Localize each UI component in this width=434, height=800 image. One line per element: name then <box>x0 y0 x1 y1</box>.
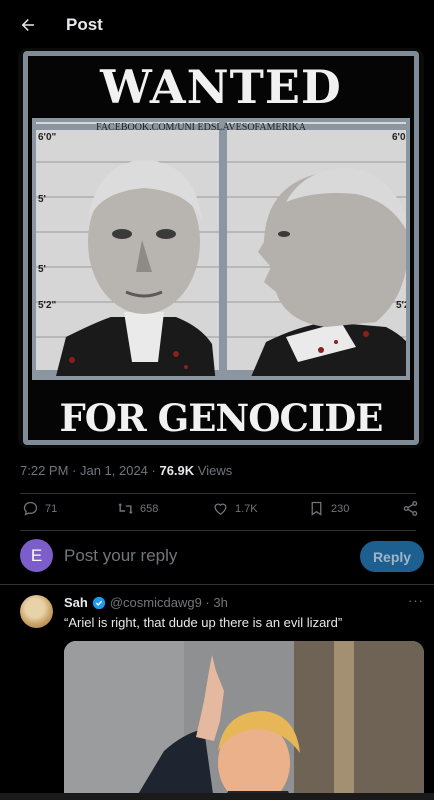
height-mark: 6'0 <box>392 132 406 143</box>
avatar[interactable] <box>20 595 53 628</box>
like-action[interactable]: 1.7K <box>212 500 258 517</box>
poster-watermark: FACEBOOK.COM/UNI EDSLAVESOFAMERIKA <box>96 122 307 133</box>
height-mark: 5'2 <box>396 300 410 311</box>
repost-icon <box>118 503 133 514</box>
share-icon <box>403 501 418 516</box>
bottom-edge <box>0 793 434 800</box>
reply-composer: E Post your reply Reply <box>0 535 434 583</box>
post-timestamp[interactable]: 7:22 PM · Jan 1, 2024 · 76.9K Views <box>20 463 232 478</box>
views-count: 76.9K <box>159 463 195 478</box>
divider <box>20 493 416 494</box>
reply-text: “Ariel is right, that dude up there is a… <box>64 615 343 630</box>
views-label: Views <box>194 463 233 478</box>
poster-frame: WANTED FACEBOOK.COM/UNI EDSLAVESOFAMERIK… <box>23 51 419 445</box>
page-title: Post <box>66 15 103 34</box>
share-action[interactable] <box>402 500 419 517</box>
height-mark: 5' <box>38 194 46 205</box>
mugshot-illustration <box>36 122 406 376</box>
height-mark: 6'0" <box>38 132 57 143</box>
reply-post[interactable]: Sah @cosmicdawg9 · 3h ··· “Ariel is righ… <box>0 590 434 800</box>
heart-icon <box>214 503 227 515</box>
comment-icon <box>23 501 38 516</box>
poster-top-text: WANTED <box>100 60 342 114</box>
repost-action[interactable]: 658 <box>117 500 158 517</box>
height-mark: 5'2" <box>38 300 57 311</box>
reply-photo <box>64 641 424 800</box>
reply-button[interactable]: Reply <box>360 541 424 572</box>
top-bar: Post <box>0 0 434 50</box>
mugshot-panel: FACEBOOK.COM/UNI EDSLAVESOFAMERIKA 6'0" … <box>32 118 410 380</box>
reply-input[interactable]: Post your reply <box>64 546 177 566</box>
divider <box>0 584 434 585</box>
post-image[interactable]: WANTED FACEBOOK.COM/UNI EDSLAVESOFAMERIK… <box>18 48 424 448</box>
repost-count: 658 <box>140 502 159 515</box>
post-time: 7:22 PM · Jan 1, 2024 · <box>20 463 160 478</box>
author-handle[interactable]: @cosmicdawg9 · 3h <box>110 595 228 610</box>
reply-count: 71 <box>45 502 58 515</box>
bookmark-count: 230 <box>331 502 350 515</box>
divider <box>20 530 416 531</box>
more-options-button[interactable]: ··· <box>408 593 424 608</box>
reply-image[interactable] <box>64 641 424 800</box>
bookmark-action[interactable]: 230 <box>308 500 349 517</box>
action-bar: 71 658 1.7K 230 <box>0 500 434 528</box>
reply-action[interactable]: 71 <box>22 500 57 517</box>
reply-header: Sah @cosmicdawg9 · 3h <box>64 595 228 610</box>
poster-bottom-text: FOR GENOCIDE <box>59 396 383 440</box>
height-mark: 5' <box>38 264 46 275</box>
bookmark-icon <box>311 501 322 516</box>
avatar[interactable]: E <box>20 539 53 572</box>
like-count: 1.7K <box>235 502 258 515</box>
verified-badge-icon <box>92 596 105 609</box>
arrow-left-icon <box>21 19 34 31</box>
author-name[interactable]: Sah <box>64 595 88 610</box>
back-button[interactable] <box>16 13 40 37</box>
